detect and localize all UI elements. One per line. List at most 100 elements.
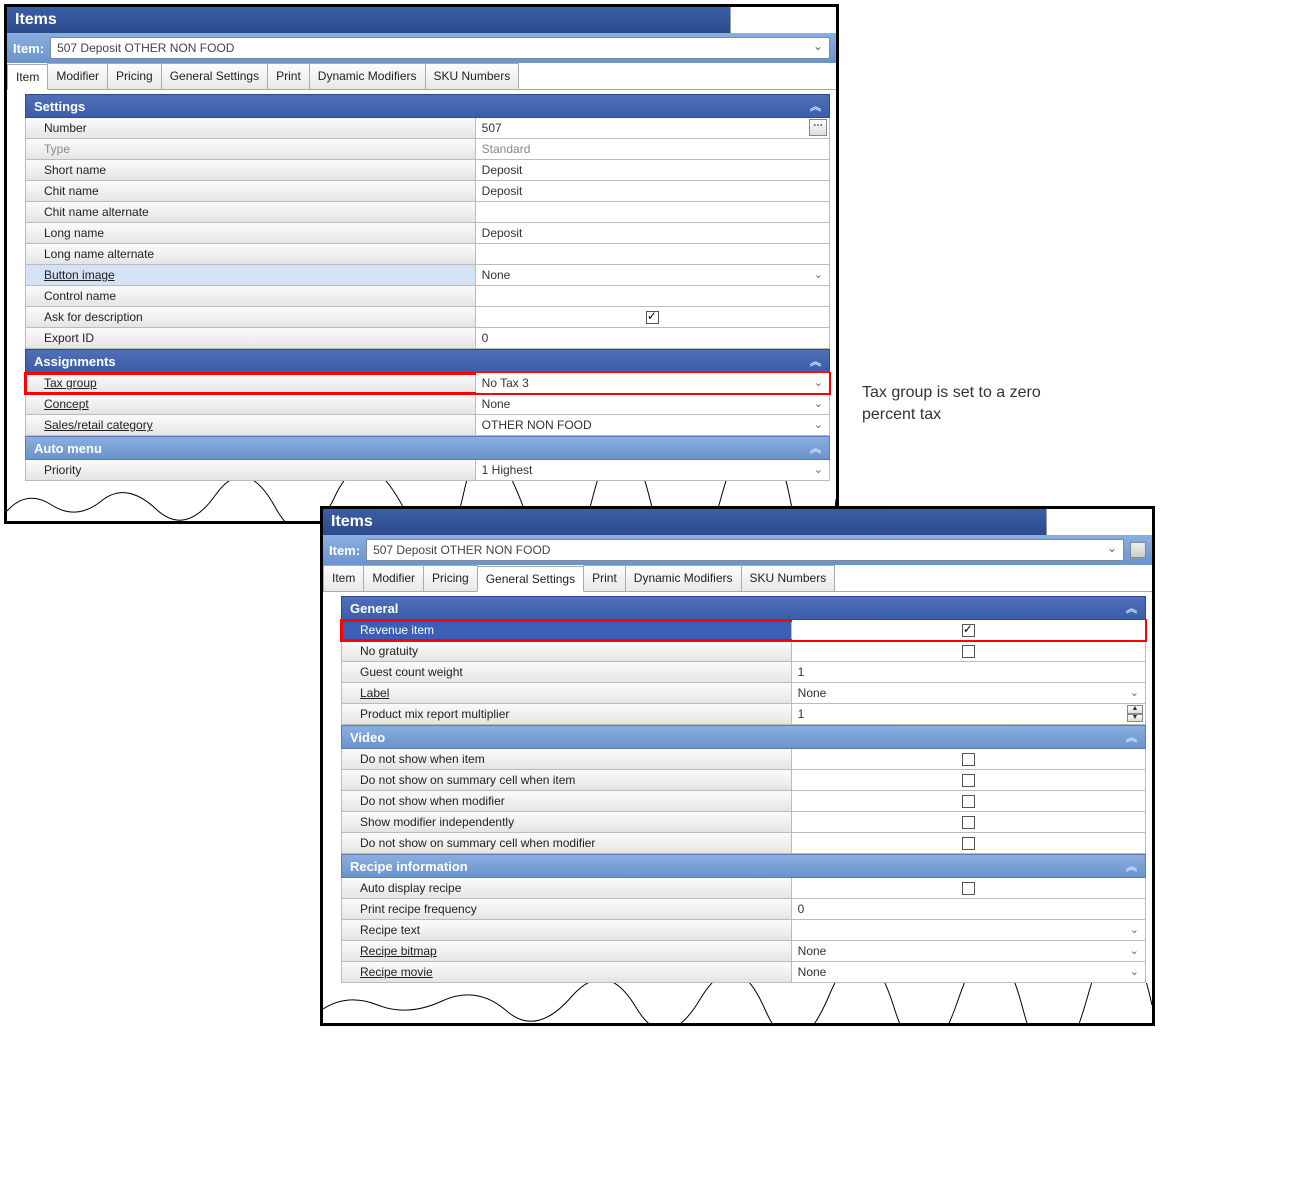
value-guest-count[interactable]: 1 (792, 662, 1145, 682)
checkbox-dns-summary-mod[interactable] (962, 837, 975, 850)
section-auto-menu[interactable]: Auto menu︽ (25, 436, 830, 460)
checkbox-show-mod-ind[interactable] (962, 816, 975, 829)
section-video[interactable]: Video︽ (341, 725, 1146, 749)
value-category[interactable]: OTHER NON FOOD⌄ (476, 415, 829, 435)
label-label[interactable]: Label (342, 683, 792, 703)
chevron-up-icon: ︽ (810, 440, 821, 456)
value-print-recipe-freq[interactable]: 0 (792, 899, 1145, 919)
value-concept[interactable]: None⌄ (476, 394, 829, 414)
label-concept[interactable]: Concept (26, 394, 476, 414)
item-selector-bar: Item: 507 Deposit OTHER NON FOOD (7, 33, 836, 63)
tab-sku-numbers[interactable]: SKU Numbers (425, 63, 520, 89)
tab-modifier[interactable]: Modifier (363, 565, 424, 591)
value-control-name[interactable] (476, 286, 829, 306)
label-auto-display-recipe: Auto display recipe (342, 878, 792, 898)
value-dns-summary-mod[interactable] (792, 833, 1145, 853)
tab-dynamic-modifiers[interactable]: Dynamic Modifiers (309, 63, 426, 89)
spinner-pmix[interactable]: ▲▼ (1127, 705, 1143, 722)
value-revenue-item[interactable] (792, 620, 1145, 640)
value-recipe-text[interactable]: ⌄ (792, 920, 1145, 940)
value-auto-display-recipe[interactable] (792, 878, 1145, 898)
row-button-image: Button image None⌄ (25, 265, 830, 286)
value-dns-summary-item[interactable] (792, 770, 1145, 790)
checkbox-dns-modifier[interactable] (962, 795, 975, 808)
value-number[interactable]: 507⋯ (476, 118, 829, 138)
checkbox-dns-item[interactable] (962, 753, 975, 766)
value-button-image[interactable]: None⌄ (476, 265, 829, 285)
label-recipe-bitmap[interactable]: Recipe bitmap (342, 941, 792, 961)
label-pmix: Product mix report multiplier (342, 704, 792, 724)
tab-pricing[interactable]: Pricing (423, 565, 478, 591)
checkbox-ask-desc[interactable] (646, 311, 659, 324)
value-recipe-movie[interactable]: None⌄ (792, 962, 1145, 982)
chevron-up-icon: ︽ (1126, 729, 1137, 745)
value-tax-group[interactable]: No Tax 3⌄ (476, 373, 829, 393)
row-export-id: Export ID 0 (25, 328, 830, 349)
tab-dynamic-modifiers[interactable]: Dynamic Modifiers (625, 565, 742, 591)
item-dropdown[interactable]: 507 Deposit OTHER NON FOOD (50, 37, 830, 59)
tab-print[interactable]: Print (267, 63, 310, 89)
chevron-down-icon: ⌄ (814, 376, 823, 389)
tab-strip: Item Modifier Pricing General Settings P… (323, 565, 1152, 592)
value-chit-name-alt[interactable] (476, 202, 829, 222)
value-recipe-bitmap[interactable]: None⌄ (792, 941, 1145, 961)
tab-item[interactable]: Item (323, 565, 364, 591)
ellipsis-button[interactable]: ⋯ (809, 119, 827, 136)
label-chit-name: Chit name (26, 181, 476, 201)
tab-general-settings[interactable]: General Settings (161, 63, 268, 89)
label-recipe-movie[interactable]: Recipe movie (342, 962, 792, 982)
label-export-id: Export ID (26, 328, 476, 348)
value-dns-item[interactable] (792, 749, 1145, 769)
tab-general-settings[interactable]: General Settings (477, 566, 584, 592)
value-dns-modifier[interactable] (792, 791, 1145, 811)
row-chit-name-alt: Chit name alternate (25, 202, 830, 223)
row-guest-count: Guest count weight 1 (341, 662, 1146, 683)
value-long-name[interactable]: Deposit (476, 223, 829, 243)
label-control-name: Control name (26, 286, 476, 306)
section-general-label: General (350, 601, 398, 616)
value-show-mod-ind[interactable] (792, 812, 1145, 832)
row-ask-description: Ask for description (25, 307, 830, 328)
tab-print[interactable]: Print (583, 565, 626, 591)
section-assignments[interactable]: Assignments︽ (25, 349, 830, 373)
chevron-down-icon: ⌄ (1130, 944, 1139, 957)
row-no-gratuity: No gratuity (341, 641, 1146, 662)
checkbox-dns-summary-item[interactable] (962, 774, 975, 787)
item-label: Item: (13, 41, 44, 56)
section-recipe[interactable]: Recipe information︽ (341, 854, 1146, 878)
chevron-down-icon: ⌄ (1130, 923, 1139, 936)
checkbox-revenue-item[interactable] (962, 624, 975, 637)
value-export-id[interactable]: 0 (476, 328, 829, 348)
value-short-name[interactable]: Deposit (476, 160, 829, 180)
row-long-name: Long name Deposit (25, 223, 830, 244)
value-no-gratuity[interactable] (792, 641, 1145, 661)
toolbar-icon[interactable] (1130, 542, 1146, 558)
label-tax-group[interactable]: Tax group (26, 373, 476, 393)
row-print-recipe-freq: Print recipe frequency 0 (341, 899, 1146, 920)
tab-pricing[interactable]: Pricing (107, 63, 162, 89)
row-category: Sales/retail category OTHER NON FOOD⌄ (25, 415, 830, 436)
label-short-name: Short name (26, 160, 476, 180)
label-guest-count: Guest count weight (342, 662, 792, 682)
value-long-name-alt[interactable] (476, 244, 829, 264)
value-priority[interactable]: 1 Highest⌄ (476, 460, 829, 480)
section-settings[interactable]: Settings︽ (25, 94, 830, 118)
label-recipe-text: Recipe text (342, 920, 792, 940)
value-pmix[interactable]: 1▲▼ (792, 704, 1145, 724)
checkbox-auto-display-recipe[interactable] (962, 882, 975, 895)
value-label[interactable]: None⌄ (792, 683, 1145, 703)
tab-item[interactable]: Item (7, 64, 48, 90)
tab-modifier[interactable]: Modifier (47, 63, 108, 89)
row-recipe-bitmap: Recipe bitmap None⌄ (341, 941, 1146, 962)
screenshot-general-settings-tab: Items Item: 507 Deposit OTHER NON FOOD I… (320, 506, 1155, 1026)
checkbox-no-gratuity[interactable] (962, 645, 975, 658)
label-category[interactable]: Sales/retail category (26, 415, 476, 435)
value-ask-desc[interactable] (476, 307, 829, 327)
label-long-name-alt: Long name alternate (26, 244, 476, 264)
label-dns-item: Do not show when item (342, 749, 792, 769)
tab-sku-numbers[interactable]: SKU Numbers (741, 565, 836, 591)
item-dropdown[interactable]: 507 Deposit OTHER NON FOOD (366, 539, 1124, 561)
row-control-name: Control name (25, 286, 830, 307)
value-chit-name[interactable]: Deposit (476, 181, 829, 201)
section-general[interactable]: General︽ (341, 596, 1146, 620)
